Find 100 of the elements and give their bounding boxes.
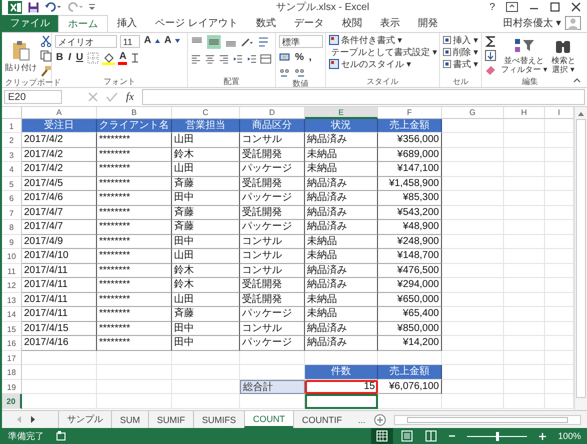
ribbon-tab[interactable]: ホーム bbox=[58, 14, 108, 33]
page-break-icon[interactable] bbox=[424, 430, 437, 442]
macro-record-icon[interactable] bbox=[56, 431, 66, 441]
select-all-button[interactable] bbox=[2, 106, 22, 119]
empty-cell[interactable] bbox=[22, 380, 97, 394]
close-icon[interactable] bbox=[571, 2, 581, 12]
previous-sheet-icon[interactable] bbox=[16, 416, 22, 424]
empty-cell[interactable] bbox=[240, 394, 305, 409]
font-style-button[interactable]: I bbox=[67, 52, 72, 64]
sheet-tab[interactable]: COUNT bbox=[244, 411, 294, 428]
zoom-in-icon[interactable] bbox=[538, 432, 546, 440]
empty-cell[interactable] bbox=[442, 220, 504, 235]
sum-icon[interactable] bbox=[485, 36, 497, 47]
empty-cell[interactable] bbox=[22, 365, 97, 380]
empty-cell[interactable] bbox=[504, 278, 545, 293]
increase-decimal-icon[interactable] bbox=[279, 68, 291, 78]
empty-cell[interactable] bbox=[442, 133, 504, 148]
empty-cell[interactable] bbox=[97, 394, 172, 409]
empty-cell[interactable] bbox=[97, 350, 172, 366]
ribbon-tab[interactable]: 挿入 bbox=[108, 14, 146, 32]
empty-cell[interactable] bbox=[172, 350, 240, 366]
empty-cell[interactable] bbox=[172, 394, 240, 409]
row-header[interactable]: 9 bbox=[2, 234, 22, 250]
empty-cell[interactable] bbox=[504, 264, 545, 278]
zoom-out-icon[interactable] bbox=[448, 433, 455, 439]
row-header[interactable]: 16 bbox=[2, 336, 22, 351]
user-menu[interactable]: 田村奈優太 ▾ bbox=[503, 14, 561, 32]
empty-cell[interactable] bbox=[97, 380, 172, 394]
column-header[interactable]: G bbox=[442, 106, 504, 119]
empty-cell[interactable] bbox=[442, 191, 504, 206]
empty-cell[interactable] bbox=[504, 336, 545, 351]
empty-cell[interactable] bbox=[442, 307, 504, 322]
cells-menu-button[interactable]: 挿入 ▾ bbox=[443, 34, 478, 46]
add-sheet-icon[interactable] bbox=[374, 414, 386, 426]
align-center-icon[interactable] bbox=[204, 52, 215, 65]
decrease-decimal-icon[interactable] bbox=[294, 68, 306, 78]
phonetic-icon[interactable] bbox=[130, 52, 140, 64]
file-tab[interactable]: ファイル bbox=[2, 14, 58, 32]
empty-cell[interactable] bbox=[504, 307, 545, 322]
empty-cell[interactable] bbox=[504, 220, 545, 235]
ribbon-tab[interactable]: 数式 bbox=[246, 14, 285, 32]
row-header[interactable]: 20 bbox=[2, 394, 22, 409]
empty-cell[interactable] bbox=[504, 118, 545, 134]
zoom-level[interactable]: 100% bbox=[558, 431, 581, 441]
empty-cell[interactable] bbox=[504, 133, 545, 148]
row-header[interactable]: 12 bbox=[2, 278, 22, 293]
vertical-scrollbar[interactable] bbox=[574, 106, 587, 410]
empty-cell[interactable] bbox=[442, 234, 504, 250]
scroll-up-icon[interactable] bbox=[578, 110, 584, 116]
copy-icon[interactable] bbox=[40, 50, 52, 62]
scissors-icon[interactable] bbox=[40, 34, 52, 47]
row-header[interactable]: 8 bbox=[2, 220, 22, 235]
increase-indent-icon[interactable] bbox=[246, 52, 256, 65]
empty-cell[interactable] bbox=[504, 322, 545, 336]
align-right-icon[interactable] bbox=[218, 52, 229, 65]
empty-cell[interactable] bbox=[442, 350, 504, 366]
row-header[interactable]: 4 bbox=[2, 162, 22, 177]
merge-cells-icon[interactable] bbox=[260, 52, 272, 65]
insert-function-button[interactable]: fx bbox=[126, 90, 134, 103]
ribbon-tab[interactable]: ページ レイアウト bbox=[146, 14, 247, 32]
font-size-field[interactable]: 11 bbox=[120, 34, 140, 48]
empty-cell[interactable] bbox=[504, 191, 545, 206]
empty-cell[interactable] bbox=[442, 336, 504, 351]
save-icon[interactable] bbox=[28, 2, 39, 13]
row-header[interactable]: 13 bbox=[2, 292, 22, 308]
column-header[interactable]: H bbox=[504, 106, 545, 119]
empty-cell[interactable] bbox=[442, 292, 504, 308]
empty-cell[interactable] bbox=[442, 264, 504, 278]
help-button[interactable]: ? bbox=[489, 2, 495, 13]
ribbon-tab[interactable]: 校閲 bbox=[332, 14, 371, 32]
empty-cell[interactable] bbox=[504, 365, 545, 380]
fill-color-icon[interactable] bbox=[102, 52, 116, 65]
empty-cell[interactable] bbox=[442, 176, 504, 192]
font-style-button[interactable]: B bbox=[55, 52, 64, 64]
empty-cell[interactable] bbox=[442, 322, 504, 336]
align-left-icon[interactable] bbox=[191, 52, 201, 65]
currency-icon[interactable] bbox=[279, 52, 291, 64]
empty-cell[interactable] bbox=[504, 148, 545, 162]
next-sheet-icon[interactable] bbox=[30, 416, 36, 424]
empty-cell[interactable] bbox=[504, 249, 545, 264]
empty-cell[interactable] bbox=[504, 234, 545, 250]
row-header[interactable]: 18 bbox=[2, 365, 22, 380]
ribbon-display-icon[interactable] bbox=[506, 2, 518, 12]
empty-cell[interactable] bbox=[442, 148, 504, 162]
fill-down-icon[interactable] bbox=[485, 50, 497, 61]
page-layout-icon[interactable] bbox=[400, 430, 413, 442]
styles-menu-button[interactable]: 条件付き書式 ▾ bbox=[329, 34, 436, 46]
comma-button[interactable]: , bbox=[308, 52, 313, 64]
eraser-icon[interactable] bbox=[485, 64, 497, 75]
row-header[interactable]: 17 bbox=[2, 350, 22, 366]
row-header[interactable]: 3 bbox=[2, 148, 22, 162]
empty-cell[interactable] bbox=[442, 162, 504, 177]
font-style-button[interactable]: U bbox=[75, 52, 84, 64]
grow-font-button[interactable]: A bbox=[143, 35, 152, 48]
ribbon-tab[interactable]: データ bbox=[284, 14, 333, 32]
ribbon-tab[interactable]: 表示 bbox=[370, 14, 409, 32]
empty-cell[interactable] bbox=[442, 380, 504, 394]
empty-cell[interactable] bbox=[504, 292, 545, 308]
styles-menu-button[interactable]: テーブルとして書式設定 ▾ bbox=[329, 46, 436, 58]
format-painter-icon[interactable] bbox=[40, 64, 52, 77]
